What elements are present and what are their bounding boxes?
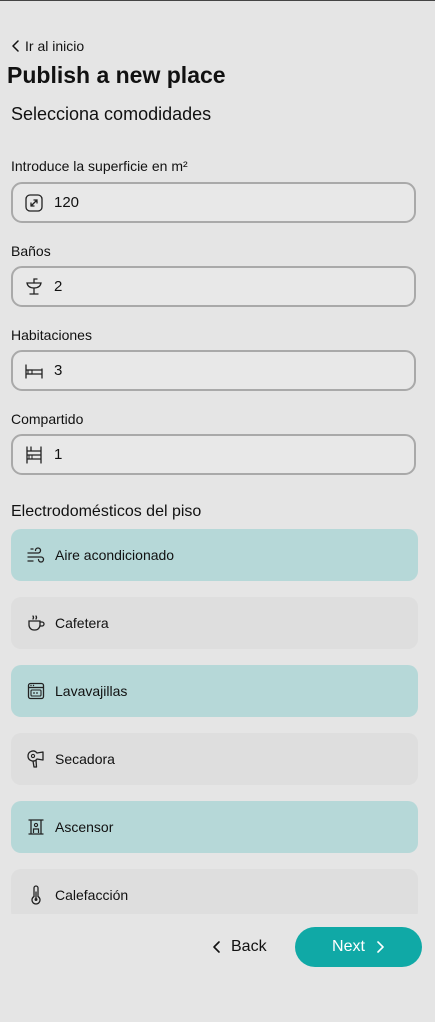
rooms-label: Habitaciones xyxy=(11,327,92,343)
shared-field[interactable] xyxy=(11,434,416,475)
surface-input[interactable] xyxy=(54,194,374,211)
sink-icon xyxy=(24,277,44,297)
appliance-label: Cafetera xyxy=(55,615,109,631)
appliance-label: Secadora xyxy=(55,751,115,767)
thermometer-icon xyxy=(25,884,47,906)
back-button[interactable]: Back xyxy=(212,930,267,964)
next-button[interactable]: Next xyxy=(295,927,422,967)
coffee-cup-icon xyxy=(25,612,47,634)
back-to-home-link[interactable]: Ir al inicio xyxy=(11,38,84,54)
elevator-icon xyxy=(25,816,47,838)
appliance-elevator[interactable]: Ascensor xyxy=(11,801,418,853)
chevron-right-icon xyxy=(375,940,385,954)
page-title: Publish a new place xyxy=(7,62,226,88)
appliance-dishwasher[interactable]: Lavavajillas xyxy=(11,665,418,717)
bunk-bed-icon xyxy=(24,445,44,465)
surface-field[interactable] xyxy=(11,182,416,223)
shared-label: Compartido xyxy=(11,411,84,427)
rooms-field[interactable] xyxy=(11,350,416,391)
chevron-left-icon xyxy=(212,940,222,954)
rooms-input[interactable] xyxy=(54,362,374,379)
page-subtitle: Selecciona comodidades xyxy=(11,104,212,124)
dishwasher-icon xyxy=(25,680,47,702)
shared-input[interactable] xyxy=(54,446,374,463)
appliance-dryer[interactable]: Secadora xyxy=(11,733,418,785)
resize-icon xyxy=(24,193,44,213)
top-divider xyxy=(0,0,435,1)
wind-icon xyxy=(25,544,47,566)
back-button-label: Back xyxy=(231,938,267,955)
appliance-label: Aire acondicionado xyxy=(55,547,175,563)
bathrooms-label: Baños xyxy=(11,243,51,259)
back-to-home-label: Ir al inicio xyxy=(25,38,85,54)
bathrooms-field[interactable] xyxy=(11,266,416,307)
appliance-air-conditioning[interactable]: Aire acondicionado xyxy=(11,529,418,581)
appliance-label: Ascensor xyxy=(55,819,114,835)
surface-label: Introduce la superficie en m² xyxy=(11,158,188,174)
appliance-label: Calefacción xyxy=(55,887,129,903)
appliance-coffee-maker[interactable]: Cafetera xyxy=(11,597,418,649)
bathrooms-input[interactable] xyxy=(54,278,374,295)
appliance-list[interactable]: Aire acondicionado Cafetera Lavavajillas… xyxy=(11,529,418,914)
chevron-left-icon xyxy=(11,40,21,52)
next-button-label: Next xyxy=(332,938,365,955)
bed-icon xyxy=(24,361,44,381)
appliance-label: Lavavajillas xyxy=(55,683,128,699)
appliance-heating[interactable]: Calefacción xyxy=(11,869,418,914)
appliances-section-label: Electrodomésticos del piso xyxy=(11,503,202,520)
hair-dryer-icon xyxy=(25,748,47,770)
